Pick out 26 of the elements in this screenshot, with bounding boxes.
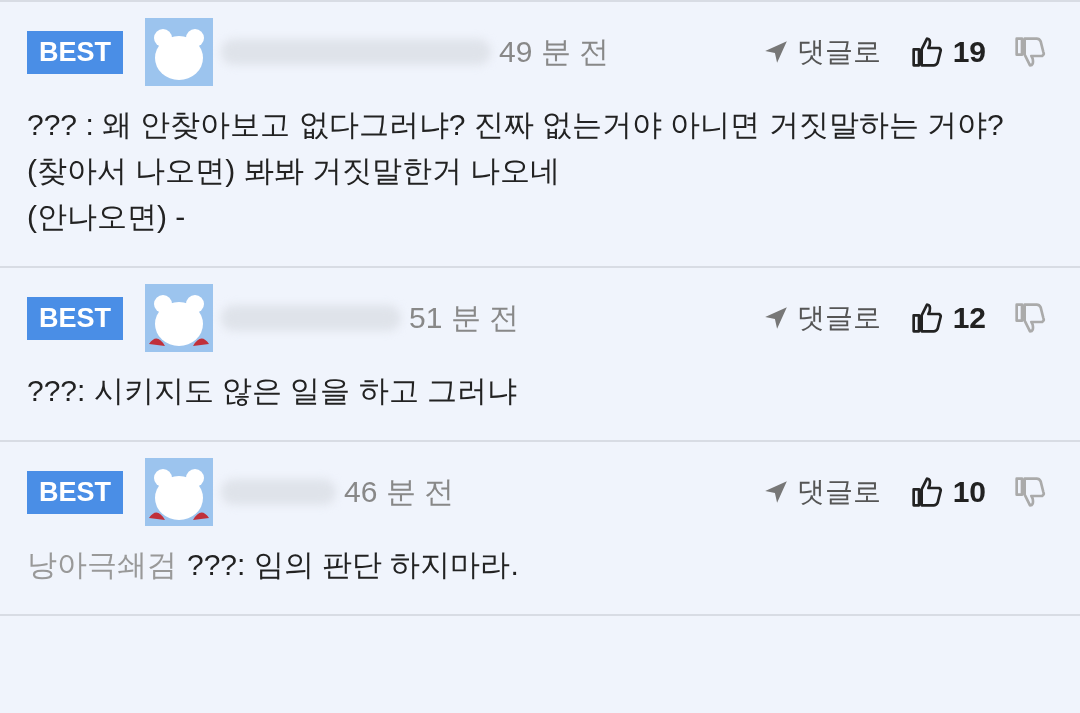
reply-button[interactable]: 댓글로 — [762, 33, 881, 71]
like-count: 10 — [952, 475, 986, 509]
comment-text: ??? : 왜 안찾아보고 없다그러냐? 진짜 없는거야 아니면 거짓말하는 거야? — [27, 107, 1005, 143]
comment-text: ???: 시키지도 않은 일을 하고 그러냐 — [27, 373, 519, 409]
comment-text: (안나오면) - — [27, 199, 187, 235]
avatar-icon — [145, 18, 213, 86]
thumbs-up-icon[interactable] — [910, 476, 943, 508]
comment-time: 46 분 전 — [344, 473, 455, 510]
like-count: 19 — [952, 35, 986, 69]
best-badge: BEST — [27, 30, 123, 74]
comment-text: 낭아극쇄검 ???: 임의 판단 하지마라. — [27, 547, 520, 583]
reply-button[interactable]: 댓글로 — [762, 299, 881, 337]
like-count: 12 — [952, 301, 986, 335]
comment-time: 49 분 전 — [499, 33, 610, 70]
avatar-icon — [145, 458, 213, 526]
thumbs-up-icon[interactable] — [910, 36, 943, 68]
comment-text: (찾아서 나오면) 봐봐 거짓말한거 나오네 — [27, 153, 562, 189]
thumbs-down-icon[interactable] — [1014, 476, 1046, 508]
thumbs-down-icon[interactable] — [1014, 302, 1046, 334]
best-badge: BEST — [27, 470, 123, 514]
comment-time: 51 분 전 — [409, 299, 520, 336]
avatar-icon — [145, 284, 213, 352]
thumbs-up-icon[interactable] — [910, 302, 943, 334]
reply-button[interactable]: 댓글로 — [762, 473, 881, 511]
best-badge: BEST — [27, 296, 123, 340]
thumbs-down-icon[interactable] — [1014, 36, 1046, 68]
